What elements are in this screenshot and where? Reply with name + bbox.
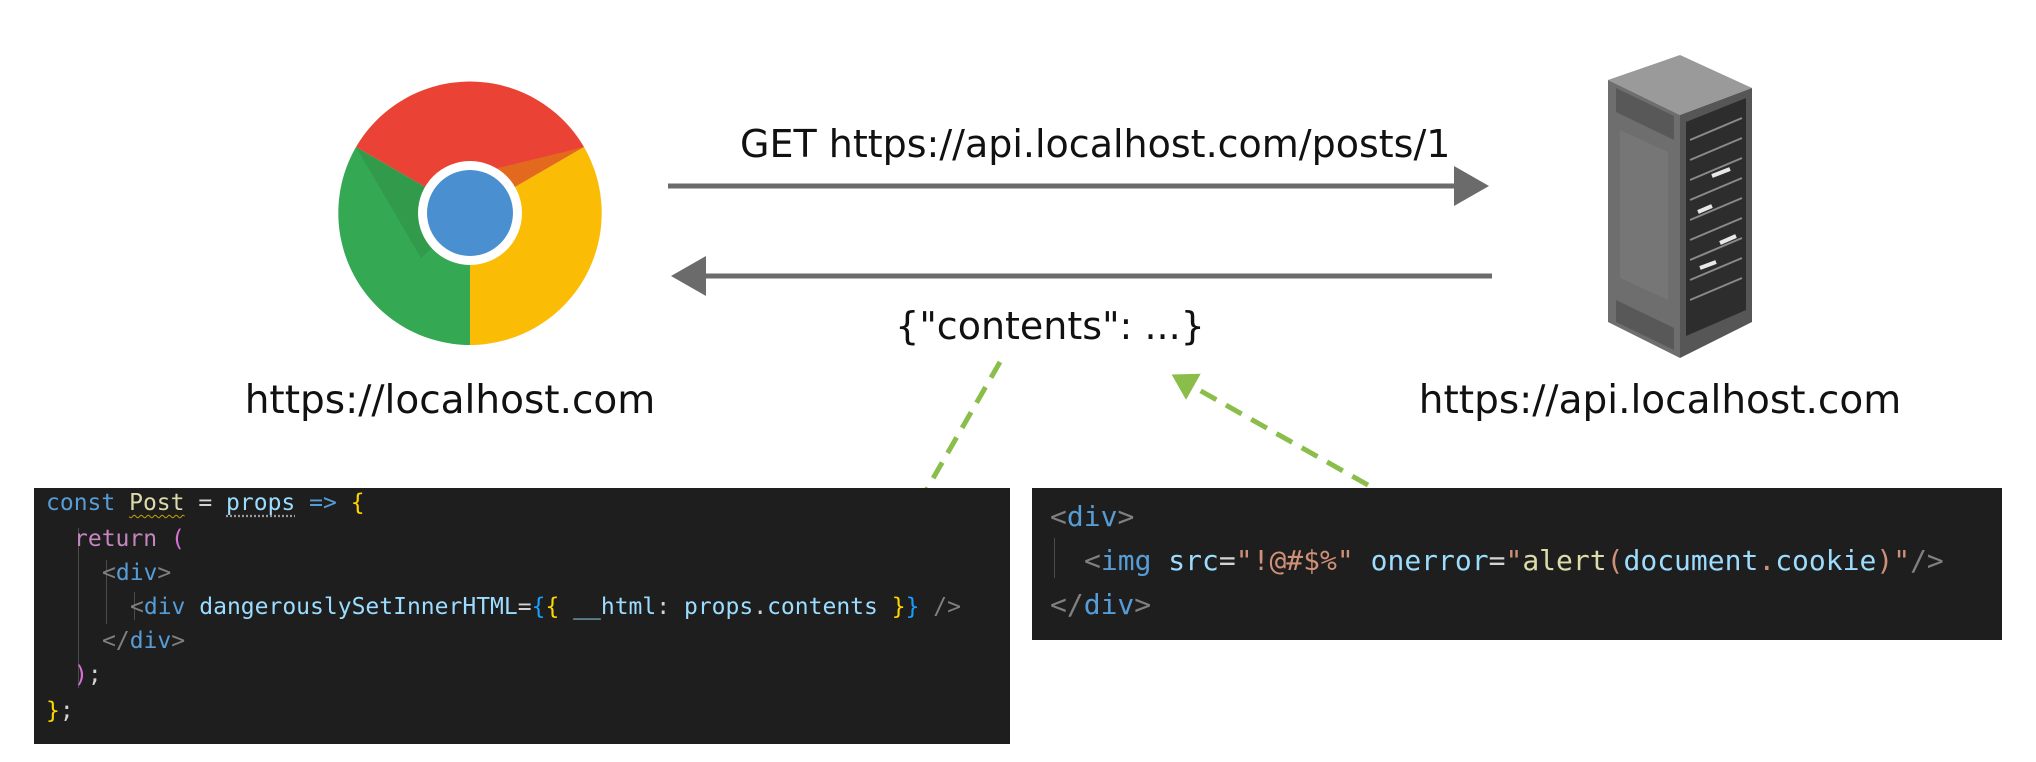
tag-bracket: /> (919, 594, 961, 620)
param: props (226, 490, 296, 516)
semicolon: ; (87, 662, 102, 688)
object-ref: document (1623, 544, 1759, 577)
indent-guide (1054, 538, 1055, 578)
brace: { (350, 490, 365, 516)
chrome-browser-icon (338, 81, 602, 345)
request-label: GET https://api.localhost.com/posts/1 (740, 122, 1451, 166)
code-line-7: }; (46, 698, 74, 724)
arrow-op: => (295, 490, 351, 516)
server-url-label: https://api.localhost.com (1418, 378, 1902, 423)
semicolon: ; (59, 698, 74, 724)
tag-name: div (1066, 500, 1118, 533)
brace: } (46, 698, 60, 724)
quote: " (1505, 544, 1523, 577)
dot: . (1758, 544, 1776, 577)
code-line-3: <div> (102, 560, 171, 586)
operator: = (1488, 544, 1506, 577)
malicious-payload-code: <div> <img src="!@#$%" onerror="alert(do… (1032, 488, 2002, 640)
operator: = (184, 490, 227, 516)
tag-name: div (1083, 588, 1135, 621)
paren: ) (1876, 544, 1894, 577)
operator: = (517, 594, 532, 620)
tag-bracket: < (1084, 544, 1101, 577)
tag-bracket: </ (102, 628, 130, 654)
tag-bracket: < (1050, 500, 1067, 533)
client-url-label: https://localhost.com (244, 378, 656, 423)
paren: ) (74, 662, 88, 688)
payload-line-3: </div> (1050, 588, 1151, 621)
tag-bracket: < (130, 594, 144, 620)
react-component-code: const Post = props => { return ( <div> <… (34, 488, 1010, 744)
tag-name: div (143, 594, 186, 620)
code-line-5: </div> (102, 628, 185, 654)
brace: { (545, 594, 574, 620)
tag-bracket: </ (1050, 588, 1084, 621)
payload-line-1: <div> (1050, 500, 1134, 533)
object-ref: props (683, 594, 754, 620)
brace: } (905, 594, 920, 620)
tag-name: div (129, 628, 172, 654)
object-key: __html (573, 594, 657, 620)
tag-bracket: > (157, 560, 172, 586)
tag-bracket: < (102, 560, 116, 586)
dashed-arrow-from-payload (1171, 373, 1370, 488)
tag-bracket: /> (1910, 544, 1944, 577)
code-line-2: return ( (74, 526, 185, 552)
attr-name: src (1151, 544, 1219, 577)
tag-name: div (115, 560, 158, 586)
quote: " (1893, 544, 1911, 577)
operator: = (1218, 544, 1236, 577)
code-line-6: ); (74, 662, 102, 688)
tag-bracket: > (1117, 500, 1135, 533)
attr-value: "!@#$%" (1235, 544, 1354, 577)
colon: : (656, 594, 684, 620)
response-label: {"contents": ...} (895, 304, 1205, 348)
tag-bracket: > (1134, 588, 1152, 621)
keyword: const (46, 490, 116, 516)
brace: } (877, 594, 906, 620)
component-name: Post (129, 490, 185, 516)
attr-name: onerror (1353, 544, 1489, 577)
paren: ( (157, 526, 185, 552)
property: cookie (1775, 544, 1877, 577)
payload-line-2: <img src="!@#$%" onerror="alert(document… (1084, 544, 1944, 577)
function-name: alert (1522, 544, 1607, 577)
brace: { (531, 594, 546, 620)
paren: ( (1606, 544, 1624, 577)
code-line-1: const Post = props => { (46, 490, 365, 516)
code-line-4: <div dangerouslySetInnerHTML={{ __html: … (130, 594, 961, 620)
tag-name: img (1100, 544, 1152, 577)
property: contents (767, 594, 878, 620)
server-rack-icon (1608, 55, 1752, 358)
attr-name: dangerouslySetInnerHTML (185, 594, 518, 620)
tag-bracket: > (171, 628, 186, 654)
keyword: return (74, 526, 158, 552)
dot: . (753, 594, 768, 620)
